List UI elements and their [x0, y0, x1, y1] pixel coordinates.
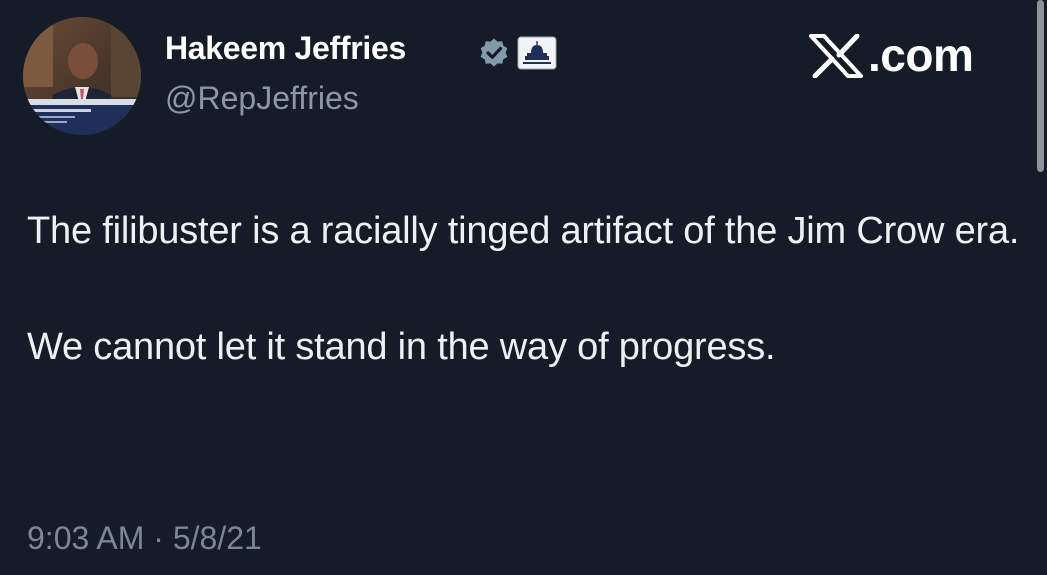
us-capitol-government-badge-icon[interactable] — [517, 36, 557, 70]
verified-badge-icon[interactable] — [478, 37, 510, 69]
tweet-timestamp[interactable]: 9:03 AM · 5/8/21 — [27, 520, 262, 557]
brand-watermark: .com — [808, 28, 1008, 88]
scrollbar-thumb[interactable] — [1037, 0, 1044, 172]
x-logo-icon — [809, 34, 863, 78]
tweet-paragraph: The filibuster is a racially tinged arti… — [27, 210, 1020, 252]
author-display-name[interactable]: Hakeem Jeffries — [165, 30, 406, 67]
tweet-body: The filibuster is a racially tinged arti… — [27, 202, 1032, 376]
author-handle[interactable]: @RepJeffries — [165, 80, 359, 117]
avatar-photo — [23, 17, 141, 135]
tweet-paragraph: We cannot let it stand in the way of pro… — [27, 326, 776, 368]
avatar[interactable] — [23, 17, 141, 135]
brand-domain-label: .com — [868, 29, 974, 81]
